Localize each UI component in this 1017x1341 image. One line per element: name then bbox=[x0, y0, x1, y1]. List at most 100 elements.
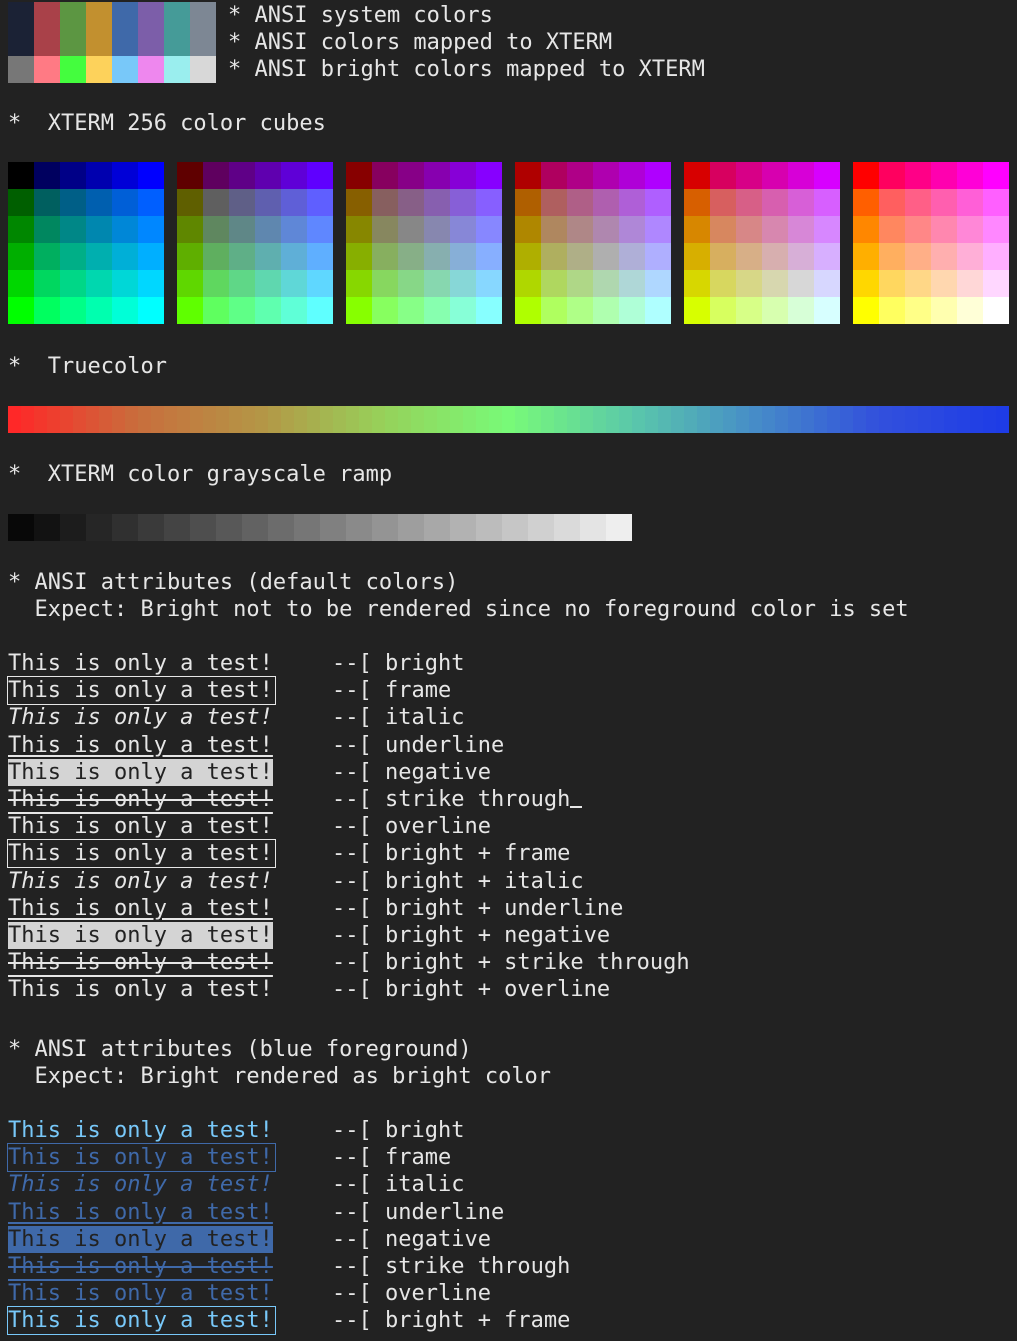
grayscale-cell bbox=[398, 514, 424, 541]
truecolor-cell bbox=[203, 406, 216, 433]
cube-cell bbox=[957, 162, 983, 189]
cube-cell bbox=[567, 216, 593, 243]
sample-text: This is only a test! bbox=[7, 1143, 276, 1173]
cube-cell bbox=[8, 270, 34, 297]
cube-cell bbox=[593, 216, 619, 243]
sample-text: This is only a test! bbox=[8, 787, 273, 812]
cube-cell bbox=[957, 243, 983, 270]
cube-cell bbox=[710, 297, 736, 324]
cube-cell bbox=[515, 189, 541, 216]
grayscale-cell bbox=[502, 514, 528, 541]
cube-cell bbox=[255, 297, 281, 324]
cube-cell bbox=[879, 297, 905, 324]
cube-cell bbox=[684, 162, 710, 189]
cube-cell bbox=[684, 243, 710, 270]
cube-cell bbox=[229, 162, 255, 189]
cube-cell bbox=[814, 297, 840, 324]
cube-cell bbox=[281, 243, 307, 270]
cube-cell bbox=[476, 162, 502, 189]
cube-cell bbox=[177, 243, 203, 270]
cube-cell bbox=[203, 216, 229, 243]
cube-cell bbox=[879, 243, 905, 270]
attribute-label: --[ frame bbox=[332, 678, 452, 704]
cube-cell bbox=[736, 270, 762, 297]
truecolor-cell bbox=[99, 406, 112, 433]
cube-cell bbox=[762, 216, 788, 243]
cube-cell bbox=[593, 162, 619, 189]
truecolor-cell bbox=[723, 406, 736, 433]
cube-cell bbox=[476, 270, 502, 297]
attribute-row: This is only a test! --[ underline bbox=[8, 1199, 504, 1226]
cube-cell bbox=[905, 243, 931, 270]
truecolor-cell bbox=[398, 406, 411, 433]
cube-cell bbox=[541, 297, 567, 324]
sample-text: This is only a test! bbox=[8, 1199, 273, 1225]
cube-cell bbox=[931, 243, 957, 270]
attribute-row: This is only a test! --[ negative bbox=[8, 758, 491, 786]
ansi-legend-line: * ANSI system colors bbox=[228, 3, 493, 28]
cube-cell bbox=[762, 162, 788, 189]
cube-cell bbox=[112, 189, 138, 216]
truecolor-cell bbox=[697, 406, 710, 433]
grayscale-cell bbox=[528, 514, 554, 541]
sample-text: This is only a test! bbox=[7, 676, 276, 706]
sample-text: This is only a test! bbox=[8, 732, 273, 758]
attribute-row: This is only a test! --[ bright bbox=[8, 1117, 464, 1144]
truecolor-cell bbox=[983, 406, 996, 433]
cube-cell bbox=[684, 189, 710, 216]
grayscale-cell bbox=[164, 514, 190, 541]
attribute-row: This is only a test! --[ frame bbox=[7, 1143, 451, 1173]
cube-cell bbox=[476, 216, 502, 243]
cube-cell bbox=[853, 216, 879, 243]
cube-cell bbox=[60, 243, 86, 270]
grayscale-cell bbox=[112, 514, 138, 541]
truecolor-cell bbox=[359, 406, 372, 433]
truecolor-cell bbox=[866, 406, 879, 433]
cube-cell bbox=[619, 216, 645, 243]
cube-cell bbox=[684, 216, 710, 243]
truecolor-cell bbox=[736, 406, 749, 433]
attribute-row: This is only a test! --[ overline bbox=[8, 1280, 491, 1307]
grayscale-cell bbox=[242, 514, 268, 541]
cube-cell bbox=[346, 243, 372, 270]
cube-cell bbox=[788, 216, 814, 243]
cube-cell bbox=[372, 270, 398, 297]
attribute-label: --[ bright bbox=[332, 1118, 465, 1143]
cube-cell bbox=[879, 189, 905, 216]
cube-cell bbox=[60, 162, 86, 189]
truecolor-cell bbox=[164, 406, 177, 433]
attribute-label: --[ overline bbox=[332, 814, 491, 840]
color-swatch bbox=[34, 56, 60, 83]
truecolor-cell bbox=[151, 406, 164, 433]
attribute-label: --[ bright + negative bbox=[332, 923, 611, 948]
cube-cell bbox=[619, 243, 645, 270]
truecolor-cell bbox=[814, 406, 827, 433]
color-swatch bbox=[190, 56, 216, 83]
attribute-row: This is only a test! --[ bright bbox=[8, 650, 464, 677]
cube-cell bbox=[853, 162, 879, 189]
attribute-row: This is only a test! --[ bright + italic bbox=[8, 868, 584, 895]
color-swatch bbox=[60, 56, 86, 83]
heading-truecolor: * Truecolor bbox=[8, 354, 167, 379]
truecolor-cell bbox=[606, 406, 619, 433]
cube-cell bbox=[879, 162, 905, 189]
cube-cell bbox=[619, 297, 645, 324]
grayscale-cell bbox=[424, 514, 450, 541]
cube-cell bbox=[346, 297, 372, 324]
cube-cell bbox=[905, 270, 931, 297]
cube-cell bbox=[684, 297, 710, 324]
ansi-system-colors bbox=[8, 2, 216, 56]
sample-text: This is only a test! bbox=[8, 814, 273, 840]
attribute-row: This is only a test! --[ bright + strike … bbox=[8, 949, 690, 976]
cube-cell bbox=[60, 189, 86, 216]
cube-cell bbox=[398, 189, 424, 216]
attribute-label: --[ bright + strike through bbox=[332, 950, 690, 976]
sample-text: This is only a test! bbox=[8, 1254, 273, 1279]
truecolor-cell bbox=[294, 406, 307, 433]
truecolor-cell bbox=[905, 406, 918, 433]
cube-cell bbox=[398, 297, 424, 324]
cube-cell bbox=[983, 297, 1009, 324]
attribute-row: This is only a test! --[ bright + underli… bbox=[8, 895, 623, 922]
cube-cell bbox=[853, 297, 879, 324]
cube-cell bbox=[203, 162, 229, 189]
